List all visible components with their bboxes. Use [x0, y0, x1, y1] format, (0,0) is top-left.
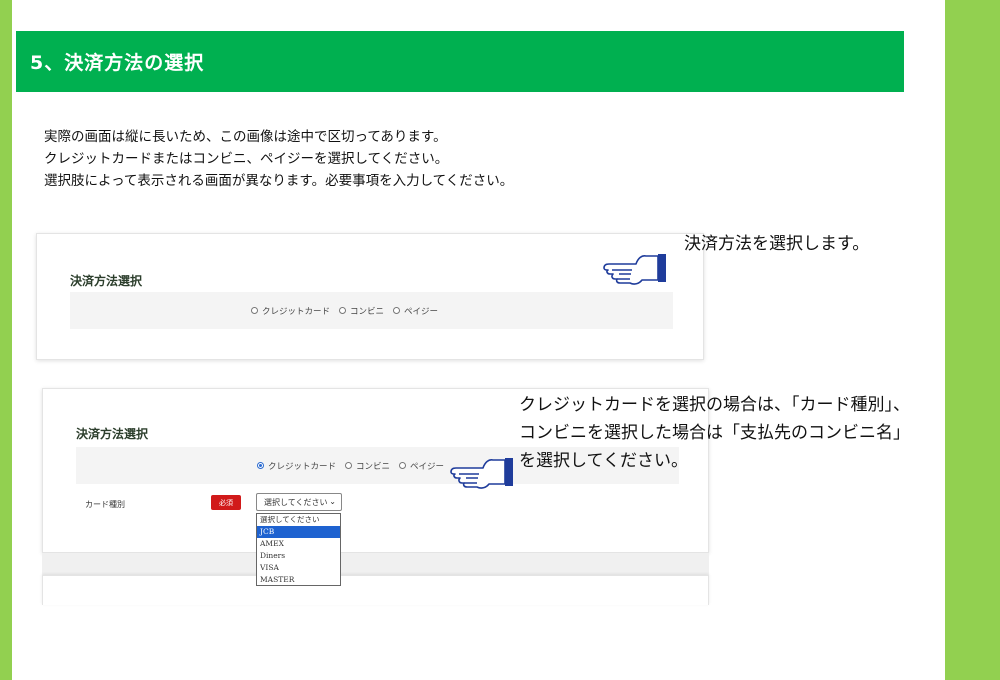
dropdown-option-diners[interactable]: Diners — [257, 550, 340, 562]
chevron-down-icon: ⌄ — [329, 497, 336, 506]
dropdown-option-master[interactable]: MASTER — [257, 574, 340, 586]
section-header: 5、決済方法の選択 — [16, 31, 904, 92]
card-type-dropdown[interactable]: 選択してください JCB AMEX Diners VISA MASTER — [256, 513, 341, 586]
intro-line-2: クレジットカードまたはコンビニ、ペイジーを選択してください。 — [44, 151, 449, 167]
radio-payeasy-1[interactable]: ペイジー — [393, 305, 438, 317]
radio-convenience-1[interactable]: コンビニ — [339, 305, 384, 317]
panel-separator — [42, 553, 709, 575]
section-title: 5、決済方法の選択 — [30, 52, 205, 74]
dropdown-option-jcb[interactable]: JCB — [257, 526, 340, 538]
pointing-hand-icon — [450, 458, 513, 489]
panel-2-title: 決済方法選択 — [76, 427, 149, 441]
card-type-select-value: 選択してください — [264, 497, 328, 507]
radio-credit-card-label: クレジットカード — [268, 461, 337, 472]
radio-circle-icon[interactable] — [399, 462, 407, 469]
radio-circle-icon[interactable] — [339, 307, 347, 314]
radio-credit-card-label: クレジットカード — [262, 306, 331, 317]
radio-payeasy-label: ペイジー — [404, 306, 439, 317]
card-type-label: カード種別 — [85, 500, 125, 509]
next-panel-partial — [42, 575, 709, 605]
intro-line-3: 選択肢によって表示される画面が異なります。必要事項を入力してください。 — [44, 173, 514, 189]
radio-checked-icon[interactable] — [257, 462, 264, 469]
intro-line-1: 実際の画面は縦に長いため、この画像は途中で区切ってあります。 — [44, 129, 447, 145]
payment-radio-group-1: クレジットカード コンビニ ペイジー — [70, 292, 673, 329]
intro-text: 実際の画面は縦に長いため、この画像は途中で区切ってあります。 クレジットカードま… — [44, 126, 744, 192]
pointing-hand-icon — [603, 254, 666, 285]
radio-convenience-label: コンビニ — [356, 461, 391, 472]
required-badge: 必須 — [211, 495, 241, 510]
radio-convenience-2[interactable]: コンビニ — [345, 460, 390, 472]
dropdown-option-visa[interactable]: VISA — [257, 562, 340, 574]
radio-circle-icon[interactable] — [345, 462, 353, 469]
callout-select-method: 決済方法を選択します。 — [684, 234, 870, 254]
radio-convenience-label: コンビニ — [350, 306, 385, 317]
radio-credit-card-2[interactable]: クレジットカード — [257, 460, 336, 472]
left-accent-bar — [0, 0, 12, 680]
radio-payeasy-2[interactable]: ペイジー — [399, 460, 444, 472]
card-type-select[interactable]: 選択してください ⌄ — [256, 493, 342, 511]
radio-credit-card-1[interactable]: クレジットカード — [251, 305, 330, 317]
radio-payeasy-label: ペイジー — [410, 461, 445, 472]
radio-circle-icon[interactable] — [393, 307, 401, 314]
dropdown-option-placeholder[interactable]: 選択してください — [257, 514, 340, 526]
dropdown-option-amex[interactable]: AMEX — [257, 538, 340, 550]
callout-card-type: クレジットカードを選択の場合は、「カード種別」、コンビニを選択した場合は「支払先… — [519, 395, 910, 471]
right-accent-bar — [945, 0, 1000, 680]
radio-circle-icon[interactable] — [251, 307, 258, 314]
panel-1-title: 決済方法選択 — [70, 274, 143, 288]
